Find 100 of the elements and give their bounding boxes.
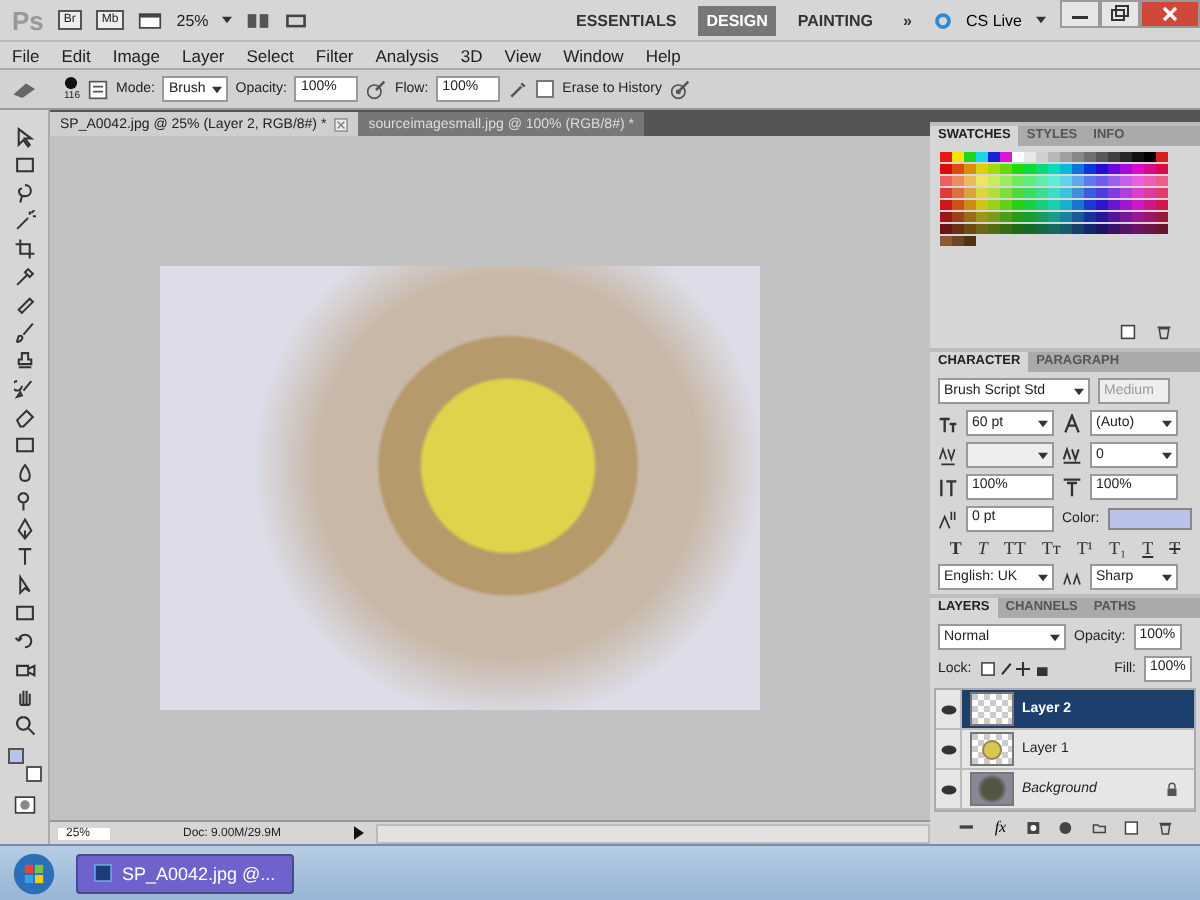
type-tool-icon[interactable]	[13, 546, 35, 568]
zoom-icon[interactable]	[13, 714, 35, 736]
lasso-icon[interactable]	[13, 182, 35, 204]
caret-icon	[1038, 451, 1048, 459]
tracking-icon	[1062, 445, 1082, 465]
eye-icon[interactable]	[939, 703, 957, 715]
drop-icon[interactable]	[13, 462, 35, 484]
arrange-documents-icon[interactable]	[246, 11, 271, 29]
caret-icon[interactable]	[1036, 16, 1046, 24]
close-icon[interactable]	[334, 117, 349, 131]
airbrush-icon[interactable]	[508, 79, 529, 99]
caret-icon	[211, 85, 222, 93]
taskbar-button[interactable]: SP_A0042.jpg @...	[76, 853, 294, 893]
cs-live-icon	[933, 11, 952, 29]
layer-style-button[interactable]: fx	[992, 818, 1009, 836]
menu-item[interactable]: Analysis	[375, 45, 439, 65]
close-button[interactable]	[1140, 0, 1200, 28]
menu-item[interactable]: Filter	[315, 45, 354, 65]
crop-icon[interactable]	[13, 238, 35, 260]
shape-icon[interactable]	[13, 602, 35, 624]
text-color-swatch[interactable]	[1107, 508, 1192, 530]
type-style-button[interactable]: Tт	[1035, 538, 1067, 558]
menu-item[interactable]: Image	[112, 45, 160, 65]
minimize-button[interactable]	[1060, 0, 1100, 28]
eye-icon[interactable]	[939, 743, 957, 755]
pen-icon[interactable]	[13, 518, 35, 540]
new-layer-icon[interactable]	[1124, 819, 1140, 835]
brush-icon[interactable]	[13, 322, 35, 344]
menu-item[interactable]: Layer	[181, 45, 225, 65]
history-brush-icon[interactable]	[13, 378, 35, 400]
menu-item[interactable]: File	[12, 45, 40, 65]
quick-mask-icon[interactable]	[13, 794, 35, 816]
type-style-button[interactable]: T	[1163, 538, 1187, 558]
menu-item[interactable]: Window	[563, 45, 624, 65]
color-swatch[interactable]	[7, 748, 23, 764]
workspace-button[interactable]: PAINTING	[789, 5, 882, 35]
caret-icon	[1162, 419, 1172, 427]
workspace-button[interactable]: ESSENTIALS	[567, 5, 685, 35]
menu-item[interactable]: 3D	[460, 45, 483, 65]
eyedropper-icon[interactable]	[13, 266, 35, 288]
type-style-button[interactable]: T	[971, 538, 994, 558]
menu-item[interactable]: Help	[645, 45, 681, 65]
mask-icon[interactable]	[1026, 819, 1041, 835]
font-size-icon	[938, 413, 958, 433]
eraser-icon[interactable]	[13, 406, 35, 428]
trash-icon[interactable]	[1156, 324, 1172, 340]
caret-icon	[1038, 573, 1048, 581]
more-workspaces-button[interactable]: »	[895, 5, 920, 35]
layer-thumbnail	[970, 772, 1014, 806]
start-button[interactable]	[12, 851, 56, 895]
horizontal-scrollbar[interactable]	[376, 823, 930, 843]
move-arrow-icon[interactable]	[13, 126, 35, 148]
leading-icon	[1062, 413, 1082, 433]
type-style-button[interactable]: T¹	[1070, 538, 1100, 558]
erase-to-history-checkbox[interactable]	[536, 80, 555, 98]
baseline-shift-icon	[938, 509, 958, 529]
type-style-button[interactable]: T	[943, 538, 968, 558]
new-swatch-icon[interactable]	[1120, 324, 1136, 340]
pressure-size-icon[interactable]	[669, 79, 690, 99]
type-style-button[interactable]: T₁	[1103, 538, 1133, 558]
caret-icon	[1074, 387, 1084, 395]
caret-icon	[1162, 573, 1172, 581]
vertical-scale-icon	[938, 477, 958, 497]
layer-thumbnail	[970, 732, 1014, 766]
menu-item[interactable]: Edit	[61, 45, 91, 65]
eye-icon[interactable]	[939, 783, 957, 795]
path-arrow-icon[interactable]	[13, 574, 35, 596]
screen-mode-icon[interactable]	[284, 11, 309, 29]
type-style-button[interactable]: TT	[997, 538, 1032, 558]
wand-icon[interactable]	[13, 210, 35, 232]
menu-item[interactable]: View	[504, 45, 542, 65]
stamp-icon[interactable]	[13, 350, 35, 372]
color-swatch[interactable]	[25, 766, 41, 782]
app-icon	[94, 864, 112, 882]
workspace-button[interactable]: DESIGN	[698, 5, 776, 35]
cs-live-button[interactable]: CS Live	[965, 11, 1022, 29]
lock-options-icon[interactable]	[979, 662, 1052, 676]
view-extras-icon[interactable]	[138, 11, 163, 29]
type-style-button[interactable]: T	[1136, 538, 1160, 558]
pressure-opacity-icon[interactable]	[366, 79, 387, 99]
folder-icon[interactable]	[1091, 819, 1107, 835]
marquee-icon[interactable]	[13, 154, 35, 176]
layer-thumbnail	[970, 692, 1014, 726]
menu-item[interactable]: Select	[246, 45, 294, 65]
brush-panel-icon[interactable]	[87, 79, 108, 99]
trash-icon[interactable]	[1157, 819, 1172, 835]
caret-icon	[1050, 633, 1060, 641]
color-swatches-drawing[interactable]	[934, 151, 1173, 247]
play-icon[interactable]	[354, 826, 364, 840]
rotate-3d-icon[interactable]	[13, 630, 35, 652]
caret-icon	[1038, 419, 1048, 427]
hand-icon[interactable]	[13, 686, 35, 708]
caret-icon	[1162, 451, 1172, 459]
caret-icon[interactable]	[222, 16, 233, 24]
kerning-icon	[938, 445, 958, 465]
app-logo: Ps	[12, 5, 44, 35]
restore-button[interactable]	[1100, 0, 1140, 28]
anti-aliasing-icon	[1062, 569, 1082, 585]
horizontal-scale-icon	[1062, 477, 1082, 497]
zoom-dropdown[interactable]: 25%	[176, 11, 209, 29]
